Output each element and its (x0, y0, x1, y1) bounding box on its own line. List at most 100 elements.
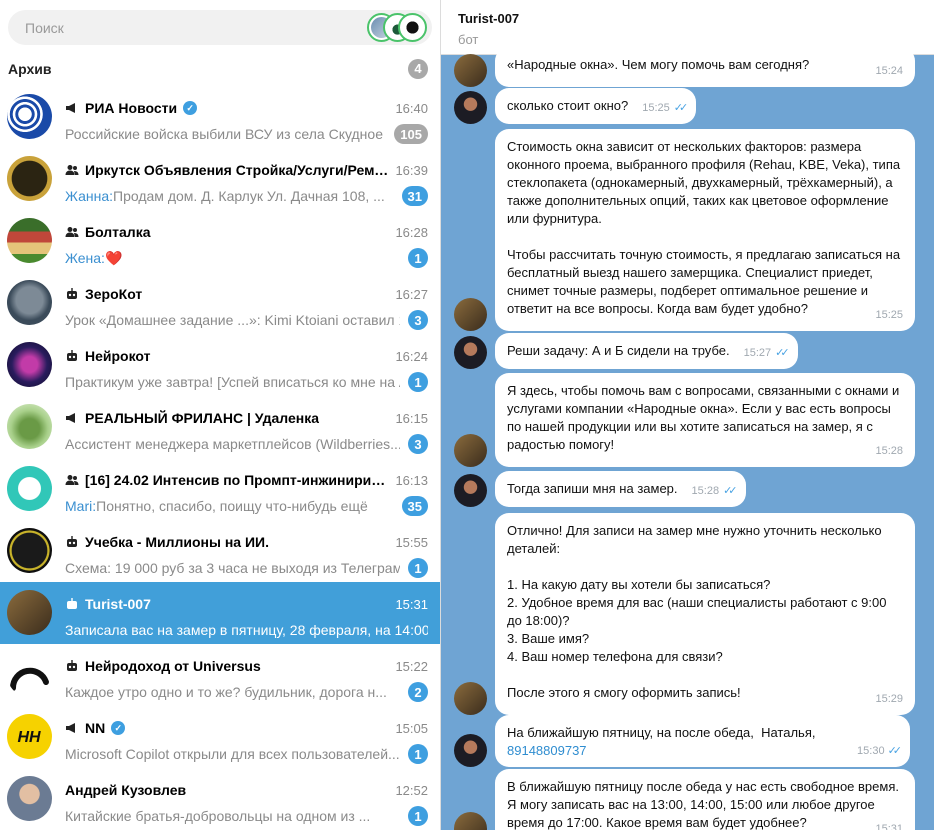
message-time: 15:27 ✓✓ (743, 344, 790, 362)
chat-list-item[interactable]: ЗероКот 16:27 Урок «Домашнее задание ...»:… (0, 272, 440, 334)
chat-preview: Российские войска выбили ВСУ из села Ску… (65, 126, 386, 142)
chat-time: 16:13 (395, 472, 428, 488)
bot-avatar[interactable] (454, 54, 487, 87)
bot-icon (65, 349, 79, 363)
message-bubble: На ближайшую пятницу, на после обеда, На… (495, 715, 910, 767)
chat-avatar (7, 94, 52, 139)
bot-avatar[interactable] (454, 434, 487, 467)
preview-text: Китайские братья-добровольцы на одном из… (65, 808, 371, 824)
chat-preview: Mari:Понятно, спасибо, поищу что-нибудь … (65, 498, 394, 514)
chat-time: 16:40 (395, 100, 428, 116)
preview-text: ❤️ (104, 249, 123, 266)
message-time: 15:24 (875, 62, 903, 80)
chat-list-item[interactable]: Иркутск Объявления Стройка/Услуги/Ремонт… (0, 148, 440, 210)
chat-list-item[interactable]: Нейрокот 16:24 Практикум уже завтра! [Успе… (0, 334, 440, 396)
stories-strip[interactable] (367, 13, 427, 42)
message-time-text: 15:28 (691, 485, 720, 497)
message-bubble: Отлично! Для записи на замер мне нужно у… (495, 513, 915, 715)
incoming-message[interactable]: Стоимость окна зависит от нескольких фак… (454, 129, 915, 331)
svg-text:НН: НН (17, 729, 41, 746)
chat-preview: Записала вас на замер в пятницу, 28 февр… (65, 622, 428, 638)
chat-list-item[interactable]: НН NN ✓ 15:05 Microsoft Copilot открыли для … (0, 706, 440, 768)
message-time-text: 15:30 (857, 745, 885, 757)
message-text: На ближайшую пятницу, на после обеда, На… (507, 725, 820, 740)
my-avatar[interactable] (454, 734, 487, 767)
chat-name: РЕАЛЬНЫЙ ФРИЛАНС | Удаленка (85, 410, 320, 426)
outgoing-message[interactable]: На ближайшую пятницу, на после обеда, На… (454, 715, 910, 767)
chat-time: 16:39 (395, 162, 428, 178)
message-time: 15:31 (875, 820, 903, 830)
my-avatar[interactable] (454, 91, 487, 124)
chat-time: 16:27 (395, 286, 428, 302)
verified-icon: ✓ (183, 101, 198, 115)
outgoing-message[interactable]: Реши задачу: А и Б сидели на трубе. 15:27… (454, 333, 798, 369)
bot-icon (65, 287, 79, 301)
preview-text: Российские войска выбили ВСУ из села Ску… (65, 126, 387, 142)
preview-sender: Жанна: (65, 188, 114, 204)
chat-avatar (7, 466, 52, 511)
chat-list-item[interactable]: РЕАЛЬНЫЙ ФРИЛАНС | Удаленка 16:15 Ассистен… (0, 396, 440, 458)
bot-avatar[interactable] (454, 682, 487, 715)
message-bubble: Стоимость окна зависит от нескольких фак… (495, 129, 915, 331)
read-receipt-icon: ✓✓ (887, 745, 903, 757)
chat-name: ЗероКот (85, 286, 143, 302)
message-text: Я здесь, чтобы помочь вам с вопросами, с… (507, 383, 903, 452)
preview-text: Microsoft Copilot открыли для всех польз… (65, 746, 400, 762)
message-time-text: 15:27 (743, 347, 772, 359)
chat-header-title: Turist-007 (458, 11, 520, 26)
message-bubble: Тогда запиши мня на замер. 15:28 ✓✓ (495, 471, 746, 507)
chat-list-item[interactable]: РИА Новости ✓ 16:40 Российские войска выбил… (0, 86, 440, 148)
chat-list-item[interactable]: Turist-007 15:31 Записала вас на замер в п… (0, 582, 440, 644)
message-time: 15:28 (875, 442, 903, 460)
incoming-message[interactable]: В ближайшую пятницу после обеда у нас ес… (454, 769, 915, 830)
message-list[interactable]: «Народные окна». Чем могу помочь вам сег… (441, 47, 934, 830)
search-row: Поиск (0, 0, 440, 51)
outgoing-message[interactable]: Тогда запиши мня на замер. 15:28 ✓✓ (454, 471, 746, 507)
chat-list-item[interactable]: [16] 24.02 Интенсив по Промпт-инжиниринг… (0, 458, 440, 520)
incoming-message[interactable]: Я здесь, чтобы помочь вам с вопросами, с… (454, 373, 915, 467)
unread-badge: 1 (408, 248, 428, 268)
preview-text: Понятно, спасибо, поищу что-нибудь ещё (96, 498, 368, 514)
chat-list-item[interactable]: Андрей Кузовлев 12:52 Китайские братья-доб… (0, 768, 440, 830)
outgoing-message[interactable]: сколько стоит окно? 15:25 ✓✓ (454, 88, 697, 124)
message-time: 15:25 ✓✓ (642, 99, 688, 117)
chat-time: 16:15 (395, 410, 428, 426)
chat-list: РИА Новости ✓ 16:40 Российские войска выбил… (0, 86, 440, 830)
group-icon (65, 473, 79, 487)
search-input[interactable]: Поиск (8, 10, 432, 45)
search-placeholder: Поиск (25, 19, 64, 36)
chat-avatar (7, 280, 52, 325)
message-time: 15:30 ✓✓ (857, 742, 903, 760)
megaphone-icon (65, 721, 79, 735)
conversation-pane: Turist-007 бот «Народные окна». Чем могу… (441, 0, 934, 830)
my-avatar[interactable] (454, 336, 487, 369)
chat-list-item[interactable]: Учебка - Миллионы на ИИ. 15:55 Схема: 19 0… (0, 520, 440, 582)
my-avatar[interactable] (454, 474, 487, 507)
chat-name: РИА Новости (85, 100, 178, 116)
chat-preview: Схема: 19 000 руб за 3 часа не выходя из… (65, 560, 400, 576)
chat-list-sidebar: Поиск Архив 4 РИА Новости ✓ 16:40 Российски… (0, 0, 441, 830)
chat-name: NN (85, 720, 106, 736)
story-avatar[interactable] (398, 13, 427, 42)
bot-avatar[interactable] (454, 298, 487, 331)
bot-avatar[interactable] (454, 812, 487, 830)
archive-label: Архив (8, 60, 52, 77)
archive-row[interactable]: Архив 4 (0, 51, 440, 86)
chat-list-item[interactable]: Болталка 16:28 Жена:❤️ 1 (0, 210, 440, 272)
chat-time: 15:55 (395, 534, 428, 550)
chat-avatar (7, 404, 52, 449)
unread-badge: 35 (401, 496, 428, 516)
bot-icon (65, 535, 79, 549)
chat-time: 15:22 (395, 658, 428, 674)
incoming-message[interactable]: «Народные окна». Чем могу помочь вам сег… (454, 47, 915, 87)
phone-link[interactable]: 89148809737 (507, 743, 587, 758)
unread-badge: 2 (408, 682, 428, 702)
message-time-text: 15:28 (875, 445, 903, 457)
unread-badge: 1 (408, 372, 428, 392)
preview-text: Каждое утро одно и то же? будильник, дор… (65, 684, 387, 700)
chat-header-status: бот (458, 32, 479, 47)
incoming-message[interactable]: Отлично! Для записи на замер мне нужно у… (454, 513, 915, 715)
chat-time: 12:52 (395, 782, 428, 798)
message-time: 15:29 (875, 690, 903, 708)
chat-list-item[interactable]: Нейродоход от Universus 15:22 Каждое утро … (0, 644, 440, 706)
